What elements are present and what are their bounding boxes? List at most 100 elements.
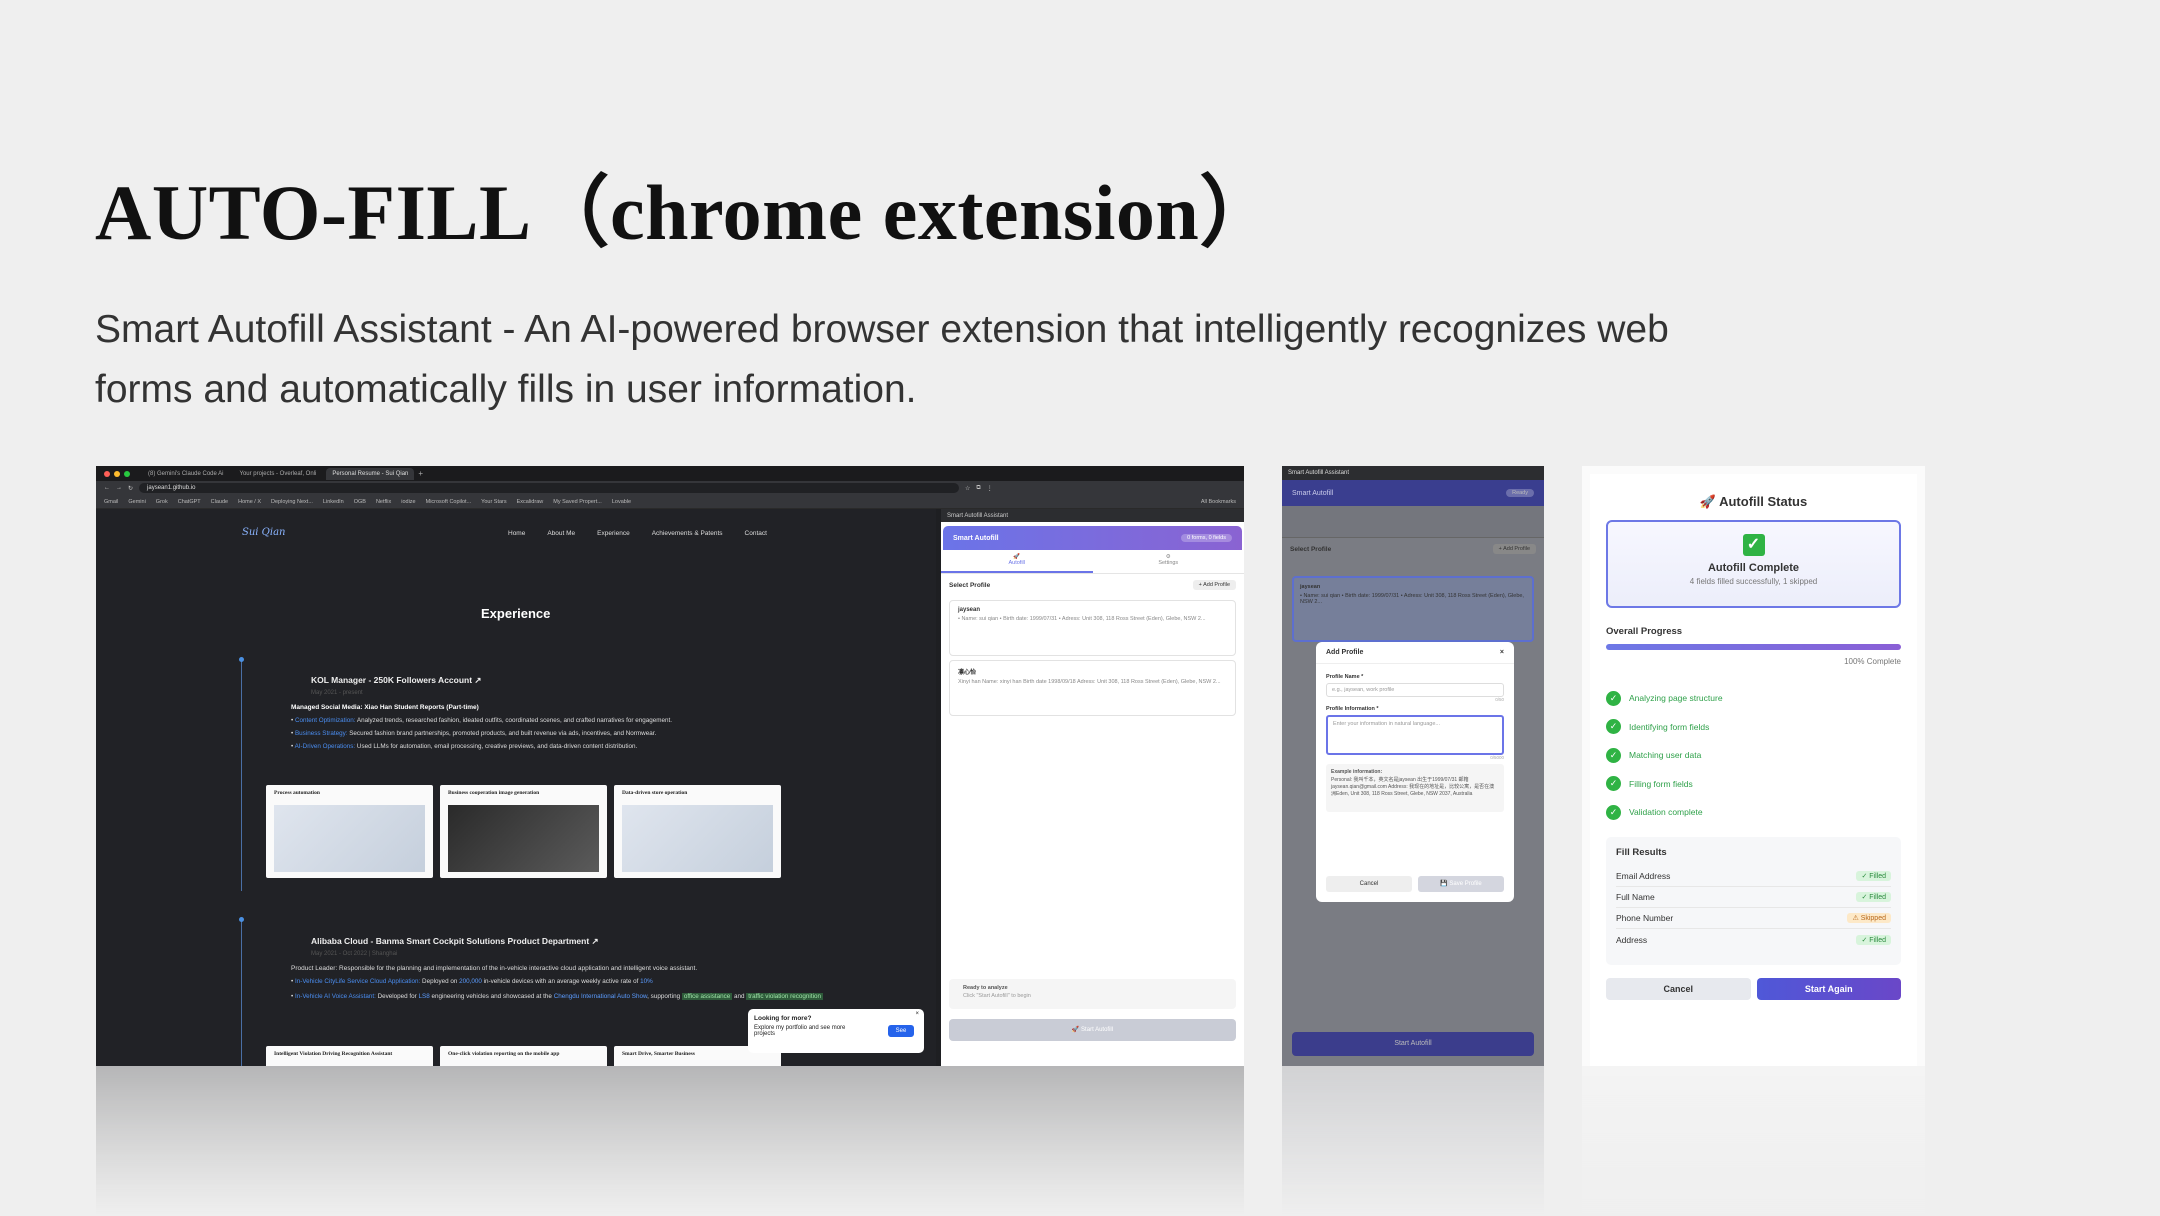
profile-text: • Name: sui qian • Birth date: 1999/07/3… [958, 616, 1206, 622]
profile-card[interactable]: jaysean • Name: sui qian • Birth date: 1… [949, 600, 1236, 656]
timeline-dot [239, 917, 244, 922]
bookmark[interactable]: OGB [354, 499, 366, 505]
tab-bar: (8) Gemini's Claude Code Ai Your project… [96, 466, 1244, 481]
new-tab-icon[interactable]: + [418, 469, 423, 478]
project-card[interactable]: One-click violation reporting on the mob… [440, 1046, 607, 1066]
example-text: Personal: 我叫千本，英文名是jaysean 出生于1999/07/31… [1331, 777, 1495, 797]
add-profile-dialog: Add Profile × Profile Name * e.g., jayse… [1316, 642, 1514, 902]
status-actions: Cancel Start Again [1606, 978, 1901, 1000]
close-window-icon[interactable] [104, 470, 110, 477]
add-profile-button[interactable]: + Add Profile [1192, 580, 1236, 590]
bookmark[interactable]: Your Stars [481, 499, 506, 505]
start-autofill-button[interactable]: Start Autofill [1292, 1032, 1534, 1056]
site-logo[interactable]: Sui Qian [242, 527, 285, 538]
job-date: May 2021 - Oct 2022 | Shanghai [311, 951, 398, 957]
see-button[interactable]: See [888, 1025, 914, 1037]
project-card[interactable]: Intelligent Violation Driving Recognitio… [266, 1046, 433, 1066]
bookmark[interactable]: Gemini [128, 499, 145, 505]
status-badge: ✓ Filled [1856, 892, 1891, 902]
profile-card[interactable]: jaysean • Name: sui qian • Birth date: 1… [1292, 576, 1534, 642]
complete-subtitle: 4 fields filled successfully, 1 skipped [1689, 577, 1818, 586]
all-bookmarks[interactable]: All Bookmarks [1201, 499, 1236, 505]
bookmark[interactable]: Claude [211, 499, 228, 505]
project-card[interactable]: Data-driven store operation [614, 785, 781, 878]
reload-icon[interactable]: ↻ [128, 485, 133, 492]
nav-achievements[interactable]: Achievements & Patents [652, 530, 723, 537]
step-item: ✓ Analyzing page structure [1606, 684, 1723, 713]
url-text: jaysean1.github.io [147, 485, 196, 491]
result-row: Address ✓ Filled [1616, 929, 1891, 950]
menu-icon[interactable]: ⋮ [987, 485, 993, 492]
profile-card[interactable]: 凛心怡 Xinyi han Name: xinyi han Birth date… [949, 660, 1236, 716]
minimize-window-icon[interactable] [114, 470, 120, 477]
profile-name: jaysean [958, 607, 981, 613]
check-circle-icon: ✓ [1606, 776, 1621, 792]
close-icon[interactable]: × [1500, 649, 1504, 656]
bookmark[interactable]: Home / X [238, 499, 261, 505]
project-card[interactable]: Business cooperation image generation [440, 785, 607, 878]
cancel-button[interactable]: Cancel [1326, 876, 1412, 892]
profile-name-label: Profile Name * [1326, 674, 1364, 680]
step-item: ✓ Filling form fields [1606, 770, 1723, 799]
project-cards: Intelligent Violation Driving Recognitio… [266, 1046, 781, 1066]
browser-tab[interactable]: Your projects - Overleaf, Onli [234, 468, 323, 480]
bookmark[interactable]: Gmail [104, 499, 118, 505]
bookmark[interactable]: Excalidraw [517, 499, 544, 505]
panel-window-title: Smart Autofill Assistant [941, 509, 1244, 522]
start-autofill-button[interactable]: 🚀 Start Autofill [949, 1019, 1236, 1041]
start-again-button[interactable]: Start Again [1756, 978, 1901, 1000]
browser-tab-active[interactable]: Personal Resume - Sui Qian [326, 467, 415, 480]
status-badge: ✓ Filled [1856, 871, 1891, 881]
bookmark[interactable]: iodize [401, 499, 415, 505]
browser-screenshot: (8) Gemini's Claude Code Ai Your project… [96, 466, 1244, 1066]
add-profile-button[interactable]: + Add Profile [1492, 544, 1536, 554]
bookmark[interactable]: LinkedIn [323, 499, 344, 505]
result-row: Phone Number ⚠ Skipped [1616, 908, 1891, 929]
nav-about[interactable]: About Me [547, 530, 575, 537]
status-badge: 0 forms, 0 fields [1181, 534, 1232, 542]
check-circle-icon: ✓ [1606, 719, 1621, 735]
profile-name-input[interactable]: e.g., jaysean, work profile [1326, 683, 1504, 697]
job-bullets: • Content Optimization: Analyzed trends,… [291, 717, 851, 750]
tab-settings[interactable]: ⚙ Settings [1093, 550, 1245, 573]
profile-info-textarea[interactable]: Enter your information in natural langua… [1326, 715, 1504, 755]
info-char-count: 0/5000 [1490, 755, 1504, 760]
url-field[interactable]: jaysean1.github.io [139, 483, 960, 493]
check-circle-icon: ✓ [1606, 690, 1621, 706]
complete-title: Autofill Complete [1707, 562, 1800, 574]
step-item: ✓ Validation complete [1606, 798, 1723, 827]
job-bullets: • In-Vehicle CityLife Service Cloud Appl… [291, 978, 851, 1002]
bookmark[interactable]: ChatGPT [178, 499, 201, 505]
job-title[interactable]: KOL Manager - 250K Followers Account ↗ [311, 675, 851, 686]
extensions-icon[interactable]: ⧉ [976, 485, 980, 492]
timeline-dot [239, 657, 244, 662]
profile-text: • Name: sui qian • Birth date: 1999/07/3… [1300, 593, 1524, 605]
bookmark[interactable]: Netflix [376, 499, 391, 505]
bookmark[interactable]: Lovable [612, 499, 631, 505]
browser-tab[interactable]: (8) Gemini's Claude Code Ai [142, 468, 230, 480]
bookmark[interactable]: Microsoft Copilot... [426, 499, 472, 505]
nav-contact[interactable]: Contact [745, 530, 767, 537]
project-card[interactable]: Process automation [266, 785, 433, 878]
nav-experience[interactable]: Experience [597, 530, 630, 537]
star-icon[interactable]: ☆ [965, 485, 970, 492]
job-bullet: • In-Vehicle AI Voice Assistant: Develop… [291, 993, 823, 1000]
save-profile-button[interactable]: 💾 Save Profile [1418, 876, 1504, 892]
bookmark[interactable]: Deploying Next... [271, 499, 313, 505]
maximize-window-icon[interactable] [124, 470, 130, 477]
forward-icon[interactable]: → [116, 485, 122, 491]
fill-results: Fill Results Email Address ✓ Filled Full … [1606, 837, 1901, 965]
nav-home[interactable]: Home [508, 530, 525, 537]
toast-title: Looking for more? [754, 1015, 812, 1022]
status-panel: 🚀 Autofill Status ✓ Autofill Complete 4 … [1590, 474, 1917, 1066]
section-label: Select Profile [949, 581, 991, 589]
job-lead: Managed Social Media: Xiao Han Student R… [291, 704, 479, 711]
section-heading: Experience [481, 606, 551, 621]
job-title[interactable]: Alibaba Cloud - Banma Smart Cockpit Solu… [311, 936, 851, 947]
tab-autofill[interactable]: 🚀 Autofill [941, 550, 1093, 573]
back-icon[interactable]: ← [104, 485, 110, 491]
cancel-button[interactable]: Cancel [1606, 978, 1751, 1000]
close-icon[interactable]: × [915, 1011, 919, 1017]
bookmark[interactable]: My Saved Propert... [553, 499, 602, 505]
bookmark[interactable]: Grok [156, 499, 168, 505]
